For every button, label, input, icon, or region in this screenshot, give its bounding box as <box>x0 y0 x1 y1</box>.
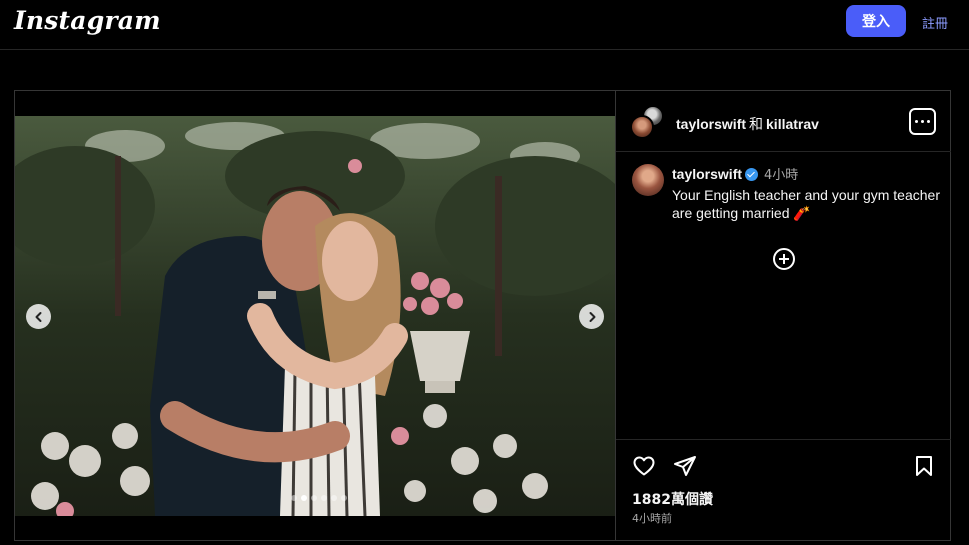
carousel-dot <box>301 495 307 501</box>
login-button[interactable]: 登入 <box>846 5 906 37</box>
carousel-dot <box>341 495 347 501</box>
caption-time[interactable]: 4小時 <box>764 168 798 183</box>
post-sidebar: taylorswift 和 killatrav taylorswift 4小時 You… <box>615 91 951 540</box>
collab-usernames: taylorswift 和 killatrav <box>676 114 819 134</box>
chevron-left-icon <box>35 311 41 322</box>
caption-text: Your English teacher and your gym teache… <box>672 187 940 221</box>
heart-icon[interactable] <box>632 454 656 478</box>
post-photo <box>15 116 615 516</box>
username-link[interactable]: taylorswift <box>676 116 746 132</box>
collab-avatars[interactable] <box>630 105 666 139</box>
top-bar: Instagram 登入 註冊 <box>0 0 969 50</box>
post-timestamp[interactable]: 4小時前 <box>632 510 672 526</box>
avatar[interactable] <box>630 115 654 139</box>
more-options-icon[interactable] <box>909 108 936 135</box>
carousel-prev-button[interactable] <box>26 304 51 329</box>
carousel-dots <box>291 495 347 501</box>
post-dialog: taylorswift 和 killatrav taylorswift 4小時 You… <box>14 90 951 541</box>
like-count[interactable]: 1882萬個讚 <box>632 489 713 509</box>
carousel-dot <box>311 495 317 501</box>
avatar[interactable] <box>632 164 664 196</box>
username-link[interactable]: killatrav <box>766 116 819 132</box>
chevron-right-icon <box>589 311 595 322</box>
verified-badge-icon <box>745 168 759 181</box>
paper-plane-icon[interactable] <box>673 454 697 478</box>
couple-photo <box>15 116 615 516</box>
carousel-next-button[interactable] <box>579 304 604 329</box>
collab-joiner: 和 <box>749 116 764 132</box>
bookmark-icon[interactable] <box>912 454 936 478</box>
carousel-dot <box>291 495 297 501</box>
instagram-logo[interactable]: Instagram <box>14 6 161 35</box>
signup-link[interactable]: 註冊 <box>922 13 948 32</box>
carousel-dot <box>331 495 337 501</box>
caption-username[interactable]: taylorswift <box>672 166 742 182</box>
post-actions: 1882萬個讚 4小時前 <box>616 439 951 540</box>
post-header: taylorswift 和 killatrav <box>616 91 951 152</box>
post-media <box>15 91 615 540</box>
add-comment-icon[interactable] <box>773 248 795 270</box>
carousel-dot <box>321 495 327 501</box>
